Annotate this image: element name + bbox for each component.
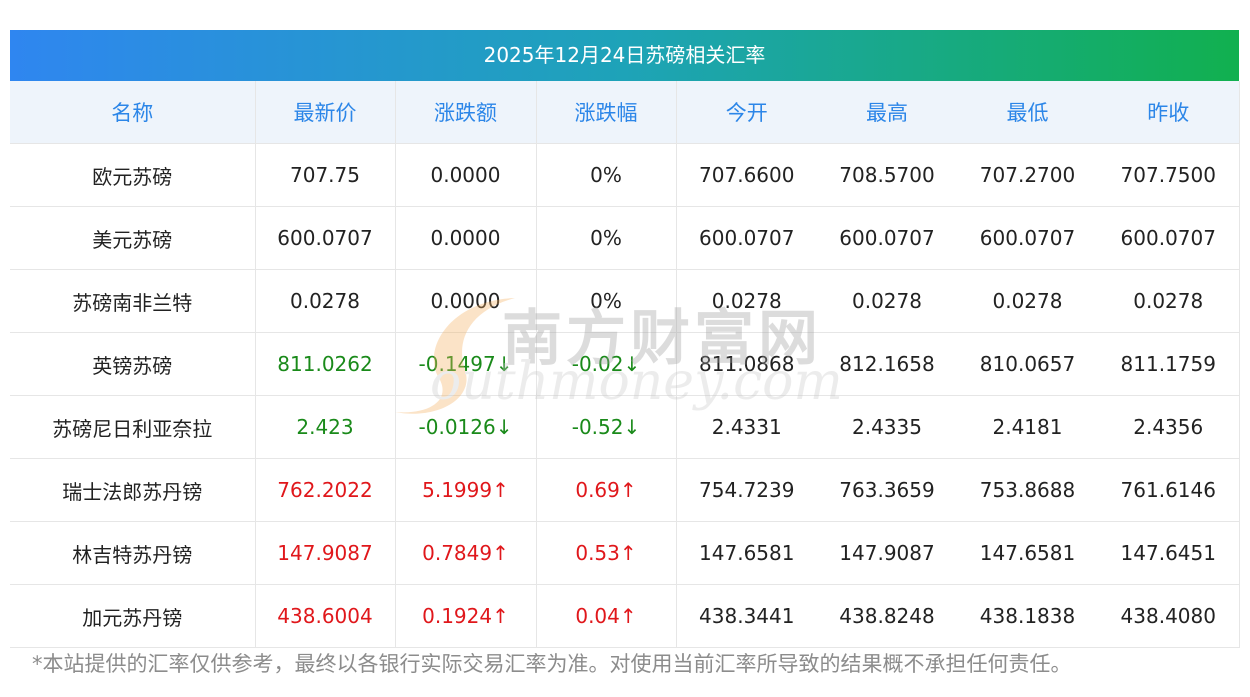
header-high: 最高 bbox=[817, 81, 957, 144]
cell-prev-close: 761.6146 bbox=[1098, 458, 1240, 522]
table-row: 欧元苏磅 707.75 0.0000 0% 707.6600 708.5700 707.27… bbox=[10, 143, 1240, 207]
cell-high: 708.5700 bbox=[817, 143, 957, 207]
cell-prev-close: 811.1759 bbox=[1098, 332, 1240, 396]
header-latest: 最新价 bbox=[255, 81, 396, 144]
cell-latest: 762.2022 bbox=[255, 458, 396, 522]
cell-latest: 147.9087 bbox=[255, 521, 396, 585]
cell-low: 753.8688 bbox=[957, 458, 1098, 522]
cell-high: 147.9087 bbox=[817, 521, 957, 585]
cell-open: 438.3441 bbox=[676, 584, 817, 648]
header-low: 最低 bbox=[957, 81, 1098, 144]
cell-high: 600.0707 bbox=[817, 206, 957, 270]
header-change-pct: 涨跌幅 bbox=[536, 81, 677, 144]
cell-change: 0.0000 bbox=[395, 269, 537, 333]
cell-change-pct: 0.53↑ bbox=[536, 521, 677, 585]
table-row: 苏磅尼日利亚奈拉 2.423 -0.0126↓ -0.52↓ 2.4331 2.4335 2… bbox=[10, 395, 1240, 459]
cell-change: -0.0126↓ bbox=[395, 395, 537, 459]
cell-low: 600.0707 bbox=[957, 206, 1098, 270]
table-row: 加元苏丹镑 438.6004 0.1924↑ 0.04↑ 438.3441 438.824… bbox=[10, 584, 1240, 648]
cell-low: 438.1838 bbox=[957, 584, 1098, 648]
cell-change: 5.1999↑ bbox=[395, 458, 537, 522]
cell-prev-close: 707.7500 bbox=[1098, 143, 1240, 207]
cell-change: 0.0000 bbox=[395, 206, 537, 270]
cell-open: 147.6581 bbox=[676, 521, 817, 585]
cell-low: 707.2700 bbox=[957, 143, 1098, 207]
header-prev-close: 昨收 bbox=[1098, 81, 1240, 144]
table-row: 美元苏磅 600.0707 0.0000 0% 600.0707 600.0707 600.… bbox=[10, 206, 1240, 270]
cell-prev-close: 147.6451 bbox=[1098, 521, 1240, 585]
cell-low: 147.6581 bbox=[957, 521, 1098, 585]
cell-high: 2.4335 bbox=[817, 395, 957, 459]
header-name: 名称 bbox=[10, 81, 256, 144]
table-title: 2025年12月24日苏磅相关汇率 bbox=[10, 30, 1239, 81]
cell-name: 欧元苏磅 bbox=[10, 143, 256, 207]
cell-open: 754.7239 bbox=[676, 458, 817, 522]
table-row: 苏磅南非兰特 0.0278 0.0000 0% 0.0278 0.0278 0.0278 0.… bbox=[10, 269, 1240, 333]
cell-high: 438.8248 bbox=[817, 584, 957, 648]
cell-low: 2.4181 bbox=[957, 395, 1098, 459]
cell-latest: 2.423 bbox=[255, 395, 396, 459]
cell-change-pct: 0.69↑ bbox=[536, 458, 677, 522]
cell-high: 0.0278 bbox=[817, 269, 957, 333]
cell-low: 0.0278 bbox=[957, 269, 1098, 333]
rate-table-container: 2025年12月24日苏磅相关汇率 名称 最新价 涨跌额 涨跌幅 今开 最高 最… bbox=[10, 30, 1240, 648]
table-row: 瑞士法郎苏丹镑 762.2022 5.1999↑ 0.69↑ 754.7239 763.3… bbox=[10, 458, 1240, 522]
cell-latest: 707.75 bbox=[255, 143, 396, 207]
table-row: 林吉特苏丹镑 147.9087 0.7849↑ 0.53↑ 147.6581 147.90… bbox=[10, 521, 1240, 585]
cell-change: 0.0000 bbox=[395, 143, 537, 207]
cell-high: 812.1658 bbox=[817, 332, 957, 396]
cell-change: 0.7849↑ bbox=[395, 521, 537, 585]
cell-open: 2.4331 bbox=[676, 395, 817, 459]
cell-change: 0.1924↑ bbox=[395, 584, 537, 648]
cell-change-pct: 0% bbox=[536, 143, 677, 207]
cell-change-pct: -0.52↓ bbox=[536, 395, 677, 459]
exchange-rate-table: 名称 最新价 涨跌额 涨跌幅 今开 最高 最低 昨收 欧元苏磅 707.75 0.0… bbox=[10, 81, 1240, 648]
table-row: 英镑苏磅 811.0262 -0.1497↓ -0.02↓ 811.0868 812.16… bbox=[10, 332, 1240, 396]
cell-change-pct: 0.04↑ bbox=[536, 584, 677, 648]
cell-name: 林吉特苏丹镑 bbox=[10, 521, 256, 585]
cell-open: 0.0278 bbox=[676, 269, 817, 333]
cell-prev-close: 0.0278 bbox=[1098, 269, 1240, 333]
cell-latest: 600.0707 bbox=[255, 206, 396, 270]
cell-prev-close: 2.4356 bbox=[1098, 395, 1240, 459]
cell-change-pct: -0.02↓ bbox=[536, 332, 677, 396]
cell-low: 810.0657 bbox=[957, 332, 1098, 396]
cell-latest: 811.0262 bbox=[255, 332, 396, 396]
cell-prev-close: 600.0707 bbox=[1098, 206, 1240, 270]
cell-open: 811.0868 bbox=[676, 332, 817, 396]
cell-open: 600.0707 bbox=[676, 206, 817, 270]
cell-latest: 0.0278 bbox=[255, 269, 396, 333]
cell-change: -0.1497↓ bbox=[395, 332, 537, 396]
cell-name: 美元苏磅 bbox=[10, 206, 256, 270]
cell-prev-close: 438.4080 bbox=[1098, 584, 1240, 648]
cell-name: 苏磅尼日利亚奈拉 bbox=[10, 395, 256, 459]
cell-high: 763.3659 bbox=[817, 458, 957, 522]
header-change: 涨跌额 bbox=[395, 81, 537, 144]
cell-name: 苏磅南非兰特 bbox=[10, 269, 256, 333]
table-header-row: 名称 最新价 涨跌额 涨跌幅 今开 最高 最低 昨收 bbox=[10, 81, 1240, 144]
cell-change-pct: 0% bbox=[536, 269, 677, 333]
cell-change-pct: 0% bbox=[536, 206, 677, 270]
cell-name: 英镑苏磅 bbox=[10, 332, 256, 396]
cell-name: 加元苏丹镑 bbox=[10, 584, 256, 648]
header-open: 今开 bbox=[676, 81, 817, 144]
disclaimer-footnote: *本站提供的汇率仅供参考，最终以各银行实际交易汇率为准。对使用当前汇率所导致的结… bbox=[32, 652, 1072, 676]
cell-name: 瑞士法郎苏丹镑 bbox=[10, 458, 256, 522]
cell-open: 707.6600 bbox=[676, 143, 817, 207]
cell-latest: 438.6004 bbox=[255, 584, 396, 648]
